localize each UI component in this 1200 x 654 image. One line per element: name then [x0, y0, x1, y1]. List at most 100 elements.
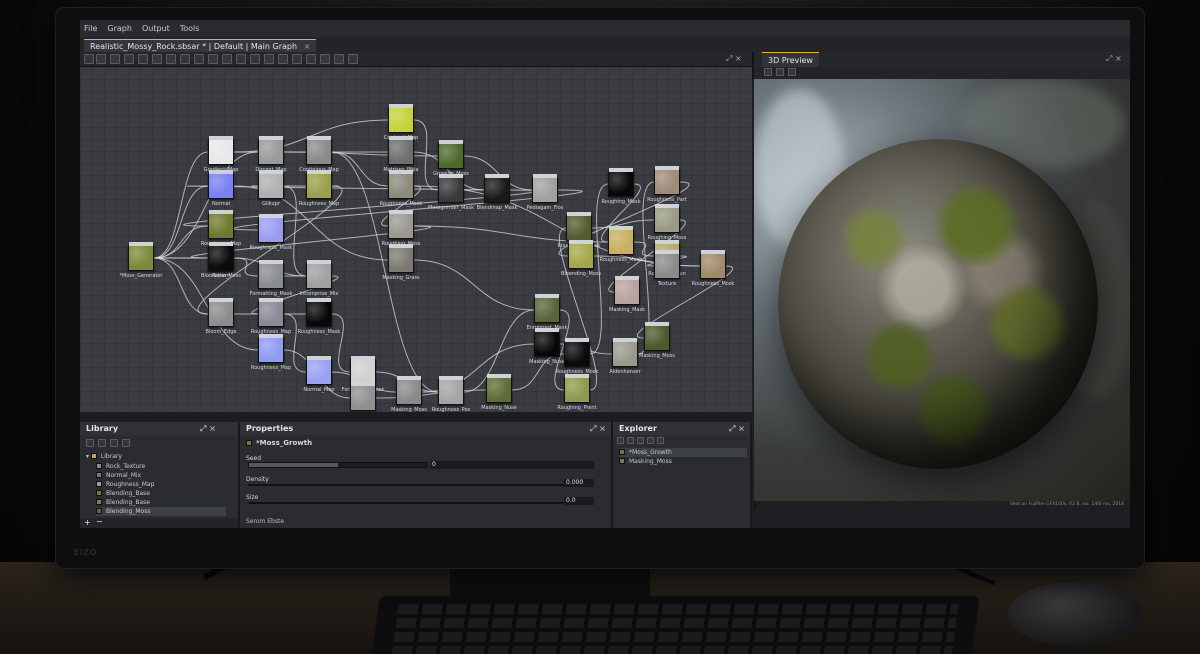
toolbar-tool-icon[interactable]: [292, 54, 302, 64]
library-item[interactable]: Blending_Base: [96, 498, 150, 507]
settings-icon[interactable]: [657, 437, 664, 444]
remove-icon[interactable]: −: [96, 517, 103, 526]
toolbar-tool-icon[interactable]: [320, 54, 330, 64]
camera-icon[interactable]: [764, 68, 772, 76]
explorer-item[interactable]: *Moss_Growth: [619, 448, 747, 457]
graph-node[interactable]: [534, 294, 560, 323]
graph-node[interactable]: [654, 166, 680, 195]
folder-icon[interactable]: [98, 439, 106, 447]
graph-node[interactable]: [486, 374, 512, 403]
graph-node[interactable]: [306, 170, 332, 199]
graph-node[interactable]: [484, 174, 510, 203]
graph-node[interactable]: [306, 136, 332, 165]
toolbar-tool-icon[interactable]: [306, 54, 316, 64]
library-item[interactable]: Normal_Mix: [96, 471, 141, 480]
graph-node[interactable]: [644, 322, 670, 351]
panel-window-controls[interactable]: ⤢ ×: [200, 422, 216, 435]
library-root[interactable]: ▾ Library: [86, 452, 122, 461]
toolbar-tool-icon[interactable]: [166, 54, 176, 64]
copy-icon[interactable]: [637, 437, 644, 444]
preview-window-controls[interactable]: ⤢ ×: [1106, 54, 1122, 64]
graph-window-controls[interactable]: ⤢ ×: [726, 54, 742, 64]
graph-node[interactable]: [614, 276, 640, 305]
graph-node[interactable]: [208, 170, 234, 199]
density-value[interactable]: 0.000: [564, 479, 594, 487]
explorer-item[interactable]: Masking_Moss: [619, 457, 672, 466]
seed-slider[interactable]: [248, 462, 428, 468]
graph-node[interactable]: [438, 140, 464, 169]
toolbar-tool-icon[interactable]: [278, 54, 288, 64]
toolbar-tool-icon[interactable]: [264, 54, 274, 64]
toolbar-tool-icon[interactable]: [138, 54, 148, 64]
paste-icon[interactable]: [647, 437, 654, 444]
graph-node[interactable]: [388, 136, 414, 165]
graph-node[interactable]: [258, 136, 284, 165]
new-folder-icon[interactable]: [86, 439, 94, 447]
document-tab[interactable]: Realistic_Mossy_Rock.sbsar * | Default |…: [84, 39, 317, 52]
graph-node[interactable]: [306, 356, 332, 385]
graph-node[interactable]: [608, 226, 634, 255]
graph-node[interactable]: [700, 250, 726, 279]
close-icon[interactable]: ×: [304, 42, 311, 51]
toolbar-tool-icon[interactable]: [250, 54, 260, 64]
tab-3d-preview[interactable]: 3D Preview: [762, 52, 819, 67]
menu-output[interactable]: Output: [142, 24, 170, 33]
toolbar-tool-icon[interactable]: [222, 54, 232, 64]
toolbar-tool-icon[interactable]: [84, 54, 94, 64]
graph-node[interactable]: [350, 382, 376, 411]
toolbar-tool-icon[interactable]: [180, 54, 190, 64]
menu-graph[interactable]: Graph: [107, 24, 132, 33]
toolbar-tool-icon[interactable]: [348, 54, 358, 64]
graph-node[interactable]: [564, 374, 590, 403]
library-item[interactable]: Roughness_Map: [96, 480, 154, 489]
graph-node[interactable]: [258, 170, 284, 199]
graph-node[interactable]: [396, 376, 422, 405]
graph-node[interactable]: [306, 260, 332, 289]
add-icon[interactable]: +: [84, 518, 91, 527]
light-icon[interactable]: [776, 68, 784, 76]
graph-node[interactable]: [128, 242, 154, 271]
3d-preview-viewport[interactable]: [754, 79, 1130, 501]
import-icon[interactable]: [110, 439, 118, 447]
graph-node[interactable]: [258, 214, 284, 243]
graph-node[interactable]: [566, 212, 592, 241]
panel-window-controls[interactable]: ⤢ ×: [590, 422, 606, 435]
toolbar-tool-icon[interactable]: [152, 54, 162, 64]
graph-node[interactable]: [208, 136, 234, 165]
toolbar-tool-icon[interactable]: [208, 54, 218, 64]
graph-node[interactable]: [654, 204, 680, 233]
library-item[interactable]: Blending_Base: [96, 489, 150, 498]
graph-node[interactable]: [568, 240, 594, 269]
graph-node[interactable]: [534, 328, 560, 357]
graph-node[interactable]: [258, 298, 284, 327]
graph-node[interactable]: [258, 334, 284, 363]
graph-node[interactable]: [208, 210, 234, 239]
library-item[interactable]: Blending_Moss: [96, 507, 226, 516]
toolbar-tool-icon[interactable]: [236, 54, 246, 64]
seed-value[interactable]: 0: [430, 461, 594, 469]
graph-node[interactable]: [388, 104, 414, 133]
new-graph-icon[interactable]: [617, 437, 624, 444]
graph-node[interactable]: [258, 260, 284, 289]
graph-node[interactable]: [654, 250, 680, 279]
graph-node[interactable]: [208, 242, 234, 271]
graph-node[interactable]: [388, 244, 414, 273]
library-item[interactable]: Rock_Texture: [96, 462, 145, 471]
graph-node[interactable]: [608, 168, 634, 197]
environment-icon[interactable]: [788, 68, 796, 76]
graph-canvas[interactable]: Gradient_MapDircent_MapContinious_MapCon…: [80, 67, 752, 412]
graph-node[interactable]: [388, 170, 414, 199]
toolbar-tool-icon[interactable]: [124, 54, 134, 64]
menu-file[interactable]: File: [84, 24, 97, 33]
toolbar-tool-icon[interactable]: [110, 54, 120, 64]
graph-node[interactable]: [438, 376, 464, 405]
graph-node[interactable]: [388, 210, 414, 239]
size-value[interactable]: 0.0: [564, 497, 594, 505]
save-icon[interactable]: [627, 437, 634, 444]
menu-tools[interactable]: Tools: [180, 24, 200, 33]
toolbar-tool-icon[interactable]: [96, 54, 106, 64]
toolbar-tool-icon[interactable]: [334, 54, 344, 64]
folder-icon[interactable]: [122, 439, 130, 447]
graph-node[interactable]: [612, 338, 638, 367]
graph-node[interactable]: [438, 174, 464, 203]
